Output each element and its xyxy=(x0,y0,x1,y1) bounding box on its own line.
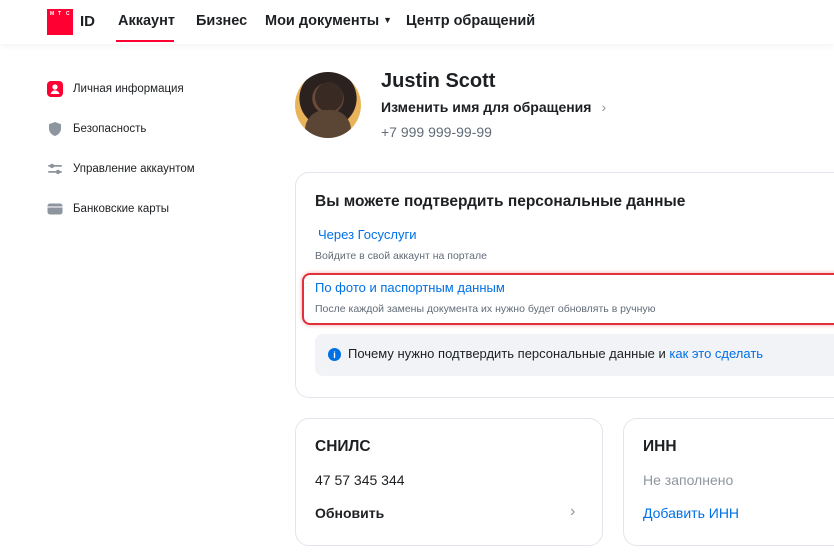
inn-value: Не заполнено xyxy=(643,472,734,488)
logo-letter: С xyxy=(66,11,70,17)
sidebar-item-label: Банковские карты xyxy=(73,203,169,215)
passport-photo-description: После каждой замены документа их нужно б… xyxy=(315,303,656,315)
gosuslugi-description: Войдите в свой аккаунт на портале xyxy=(315,250,487,262)
verify-card-title: Вы можете подтвердить персональные данны… xyxy=(315,193,686,210)
inn-title: ИНН xyxy=(643,438,677,455)
info-banner-text: Почему нужно подтвердить персональные да… xyxy=(348,346,763,361)
snils-value: 47 57 345 344 xyxy=(315,472,405,488)
snils-title: СНИЛС xyxy=(315,438,371,455)
how-to-link[interactable]: как это сделать xyxy=(669,346,763,361)
rename-label: Изменить имя для обращения xyxy=(381,99,592,115)
sidebar-item-security[interactable]: Безопасность xyxy=(47,121,146,137)
sidebar-item-label: Безопасность xyxy=(73,123,147,135)
sidebar-item-label: Личная информация xyxy=(73,83,184,95)
rename-link[interactable]: Изменить имя для обращения › xyxy=(381,99,606,115)
sidebar-item-label: Управление аккаунтом xyxy=(73,163,195,175)
active-tab-indicator xyxy=(116,40,174,42)
sliders-icon xyxy=(47,161,63,177)
avatar-body-shape xyxy=(305,110,351,138)
top-nav-bar: М Т С ID Аккаунт Бизнес Мои документы ▼ Ц… xyxy=(0,0,834,44)
profile-name: Justin Scott xyxy=(381,70,496,92)
logo-letter: М xyxy=(50,11,55,17)
sidebar-item-personal-info[interactable]: Личная информация xyxy=(47,81,184,97)
nav-tab-documents-label: Мои документы xyxy=(265,13,380,29)
info-icon: i xyxy=(328,348,341,361)
nav-tab-support-center[interactable]: Центр обращений xyxy=(406,13,535,29)
card-icon xyxy=(47,201,63,217)
gosuslugi-link[interactable]: Через Госуслуги xyxy=(318,227,416,242)
mts-logo[interactable]: М Т С xyxy=(47,9,73,35)
info-text: Почему нужно подтвердить персональные да… xyxy=(348,346,670,361)
nav-tab-documents[interactable]: Мои документы ▼ xyxy=(265,13,392,29)
add-inn-link[interactable]: Добавить ИНН xyxy=(643,505,739,521)
shield-icon xyxy=(47,121,63,137)
sidebar-item-bank-cards[interactable]: Банковские карты xyxy=(47,201,169,217)
chevron-right-icon[interactable]: › xyxy=(570,503,575,521)
nav-tab-account[interactable]: Аккаунт xyxy=(118,13,175,29)
user-icon xyxy=(47,81,63,97)
passport-photo-link[interactable]: По фото и паспортным данным xyxy=(315,280,505,295)
profile-phone: +7 999 999-99-99 xyxy=(381,124,492,140)
logo-letter: Т xyxy=(58,11,62,17)
chevron-right-icon: › xyxy=(601,99,607,115)
sidebar-item-account-management[interactable]: Управление аккаунтом xyxy=(47,161,195,177)
avatar-head-shape xyxy=(315,82,343,112)
snils-update-button[interactable]: Обновить xyxy=(315,505,384,521)
logo-id-label: ID xyxy=(80,13,95,30)
chevron-down-icon: ▼ xyxy=(383,15,393,25)
nav-tab-business[interactable]: Бизнес xyxy=(196,13,247,29)
avatar[interactable] xyxy=(295,72,361,138)
